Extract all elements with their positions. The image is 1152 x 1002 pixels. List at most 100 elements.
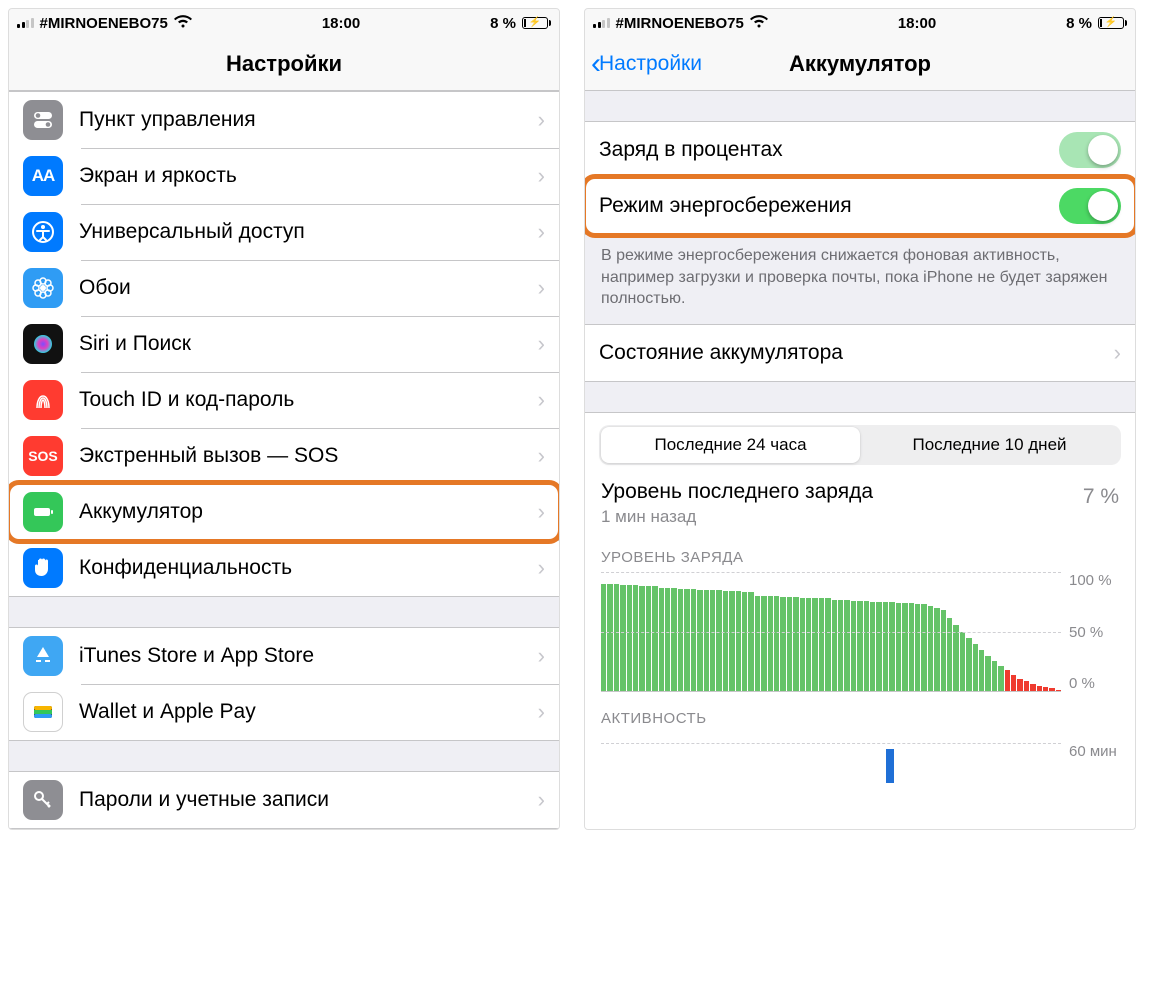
chart-bar	[748, 592, 753, 692]
chart-bar	[729, 591, 734, 692]
chart-bar	[934, 608, 939, 692]
settings-row[interactable]: Siri и Поиск›	[9, 316, 559, 372]
time-range-segmented: Последние 24 часа Последние 10 дней	[599, 425, 1121, 465]
chart-bar	[960, 632, 965, 692]
settings-row[interactable]: Пароли и учетные записи›	[9, 772, 559, 828]
chart-bar	[697, 590, 702, 692]
summary-title: Уровень последнего заряда	[601, 479, 873, 505]
settings-row[interactable]: iTunes Store и App Store›	[9, 628, 559, 684]
chart-bar	[768, 596, 773, 692]
settings-row[interactable]: Пункт управления›	[9, 92, 559, 148]
chevron-right-icon: ›	[538, 387, 545, 413]
chart-bar	[1011, 675, 1016, 692]
row-label: Обои	[79, 276, 538, 300]
low-power-toggle[interactable]	[1059, 188, 1121, 224]
chart-bar	[710, 590, 715, 692]
battery-level-chart: 100 % 50 % 0 %	[601, 572, 1119, 692]
chart-bar	[659, 588, 664, 692]
chart-bar	[864, 601, 869, 692]
chevron-right-icon: ›	[538, 275, 545, 301]
y-axis-50: 50 %	[1069, 624, 1103, 641]
settings-row[interactable]: Аккумулятор›	[9, 484, 559, 540]
chart-bar	[787, 597, 792, 692]
battery-screen: #MIRNOENEBO75 18:00 8 % ⚡ ‹ Настройки Ак…	[584, 8, 1136, 830]
chart-bar	[876, 602, 881, 692]
chart-bar	[665, 588, 670, 692]
chevron-right-icon: ›	[538, 699, 545, 725]
chevron-right-icon: ›	[538, 331, 545, 357]
chevron-right-icon: ›	[1114, 340, 1121, 366]
time-label: 18:00	[898, 15, 936, 32]
battery-icon: ⚡	[1098, 17, 1127, 29]
chart-bar	[646, 586, 651, 692]
row-label: Конфиденциальность	[79, 556, 538, 580]
chart-bar	[909, 603, 914, 692]
settings-row[interactable]: Touch ID и код-пароль›	[9, 372, 559, 428]
chart-bar	[947, 618, 952, 692]
chart-bar	[979, 650, 984, 692]
chart-bar	[992, 661, 997, 692]
settings-screen: #MIRNOENEBO75 18:00 8 % ⚡ Настройки Пунк…	[8, 8, 560, 830]
chart-bar	[985, 656, 990, 692]
chart-bar	[627, 585, 632, 692]
status-bar: #MIRNOENEBO75 18:00 8 % ⚡	[9, 9, 559, 37]
chart-bar	[857, 601, 862, 692]
chevron-right-icon: ›	[538, 499, 545, 525]
row-battery-percentage[interactable]: Заряд в процентах	[585, 122, 1135, 178]
row-label: Touch ID и код-пароль	[79, 388, 538, 412]
row-label: Wallet и Apple Pay	[79, 700, 538, 724]
chart-bar	[921, 604, 926, 692]
chart-bar	[620, 585, 625, 692]
activity-y-label: 60 мин	[1069, 743, 1117, 760]
back-button[interactable]: ‹ Настройки	[591, 49, 702, 79]
row-low-power-mode[interactable]: Режим энергосбережения	[585, 178, 1135, 234]
access-icon	[23, 212, 63, 252]
chart-bar	[825, 598, 830, 692]
segment-24h[interactable]: Последние 24 часа	[601, 427, 860, 463]
chart-title: УРОВЕНЬ ЗАРЯДА	[601, 549, 1119, 566]
row-label: Режим энергосбережения	[599, 194, 1059, 218]
chart-bar	[819, 598, 824, 692]
row-label: Пароли и учетные записи	[79, 788, 538, 812]
segment-10d[interactable]: Последние 10 дней	[860, 427, 1119, 463]
settings-row[interactable]: Wallet и Apple Pay›	[9, 684, 559, 740]
chart-bar	[736, 591, 741, 692]
siri-icon	[23, 324, 63, 364]
chart-bar	[966, 638, 971, 692]
toggle-icon	[23, 100, 63, 140]
row-label: Универсальный доступ	[79, 220, 538, 244]
chart-bar	[953, 625, 958, 692]
settings-row[interactable]: Универсальный доступ›	[9, 204, 559, 260]
battery-health-group: Состояние аккумулятора ›	[585, 324, 1135, 382]
chart-bar	[678, 589, 683, 692]
chevron-right-icon: ›	[538, 787, 545, 813]
settings-row[interactable]: AAЭкран и яркость›	[9, 148, 559, 204]
settings-row[interactable]: SOSЭкстренный вызов — SOS›	[9, 428, 559, 484]
chart-bar	[704, 590, 709, 692]
battery-percent: 8 %	[490, 15, 516, 32]
chart-bar	[793, 597, 798, 692]
settings-group-store: iTunes Store и App Store›Wallet и Apple …	[9, 627, 559, 741]
row-battery-health[interactable]: Состояние аккумулятора ›	[585, 325, 1135, 381]
battery-icon: ⚡	[522, 17, 551, 29]
chart-bar	[928, 606, 933, 692]
chart-bar	[601, 584, 606, 692]
chart-bar	[652, 586, 657, 692]
back-label: Настройки	[599, 52, 702, 76]
chart-bar	[902, 603, 907, 692]
chart-bar	[889, 602, 894, 692]
settings-row[interactable]: Конфиденциальность›	[9, 540, 559, 596]
wifi-icon	[750, 14, 768, 32]
chevron-right-icon: ›	[538, 443, 545, 469]
chart-bar	[761, 596, 766, 692]
nav-bar: Настройки	[9, 37, 559, 91]
chart-bar	[691, 589, 696, 692]
status-bar: #MIRNOENEBO75 18:00 8 % ⚡	[585, 9, 1135, 37]
chart-bar	[844, 600, 849, 692]
chart-bar	[671, 588, 676, 692]
settings-row[interactable]: Обои›	[9, 260, 559, 316]
percentage-toggle[interactable]	[1059, 132, 1121, 168]
row-label: Аккумулятор	[79, 500, 538, 524]
chart-bar	[1005, 670, 1010, 692]
row-label: Экстренный вызов — SOS	[79, 444, 538, 468]
